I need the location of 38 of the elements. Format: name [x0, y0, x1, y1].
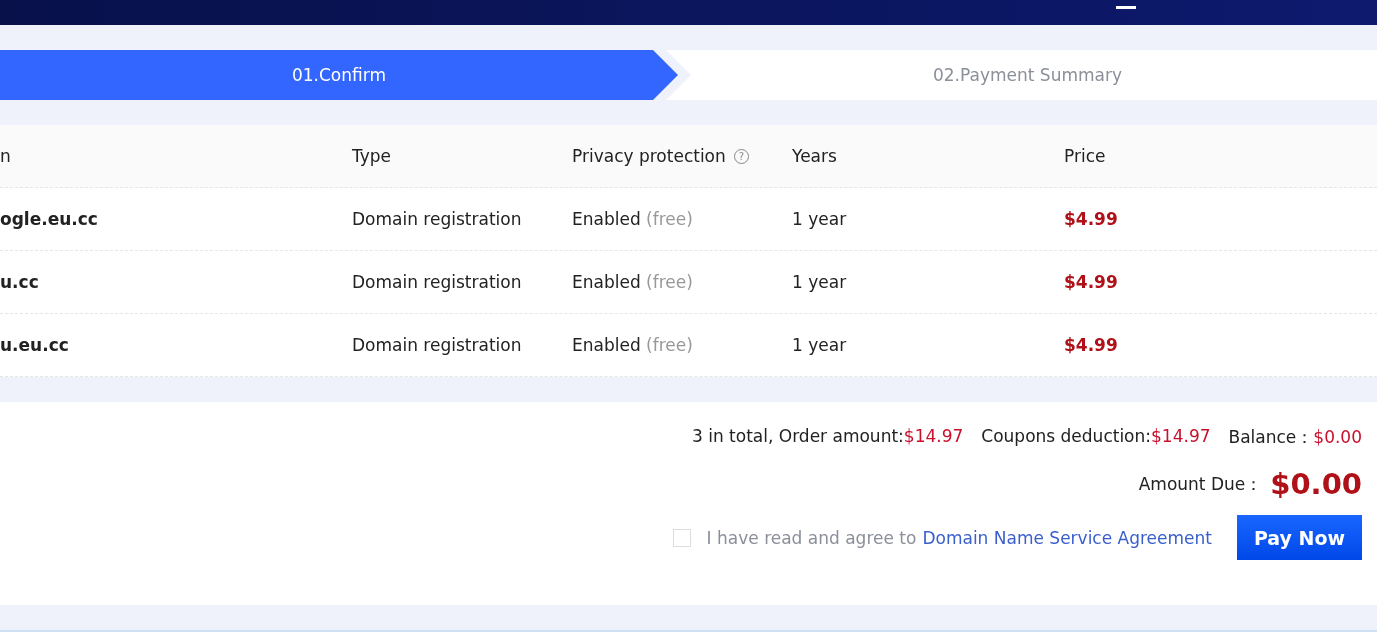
total-label: 3 in total, Order amount:: [691, 426, 904, 446]
total-label: Balance：: [1228, 427, 1314, 447]
privacy-note: (free): [646, 209, 693, 229]
pay-now-button[interactable]: Pay Now: [1237, 515, 1362, 560]
agreement-text: I have read and agree to: [706, 527, 917, 548]
price-text: $4.99: [1064, 272, 1118, 292]
privacy-status: Enabled: [572, 335, 641, 355]
domain-name: ogle.eu.cc: [0, 209, 98, 229]
total-value: $0.00: [1313, 427, 1362, 447]
privacy-status: Enabled: [572, 209, 641, 229]
total-label: Coupons deduction:: [981, 426, 1152, 446]
type-text: Domain registration: [352, 272, 522, 292]
type-text: Domain registration: [352, 209, 522, 229]
amount-due-label: Amount Due：: [1138, 472, 1263, 496]
domain-name: u.cc: [0, 272, 39, 292]
dash-icon: [1116, 6, 1136, 9]
step-tab[interactable]: 01.Confirm: [0, 50, 678, 100]
column-header: n: [0, 146, 11, 166]
years-text: 1 year: [792, 335, 847, 355]
privacy-note: (free): [646, 335, 693, 355]
price-text: $4.99: [1064, 335, 1118, 355]
column-header: Type: [352, 146, 392, 166]
domain-name: u.eu.cc: [0, 335, 69, 355]
agreement-checkbox[interactable]: [672, 528, 691, 547]
price-text: $4.99: [1064, 209, 1118, 229]
agreement-link[interactable]: Domain Name Service Agreement: [922, 527, 1212, 548]
total-value: $14.97: [1151, 426, 1211, 446]
column-header: Privacy protection: [572, 146, 726, 166]
total-value: $14.97: [903, 426, 964, 446]
column-header: Price: [1064, 146, 1106, 166]
type-text: Domain registration: [352, 335, 522, 355]
years-text: 1 year: [792, 272, 847, 292]
column-header: Years: [792, 146, 837, 166]
step-tab[interactable]: 02.Payment Summary: [666, 50, 1377, 100]
privacy-note: (free): [646, 272, 693, 292]
years-text: 1 year: [792, 209, 847, 229]
amount-due-value: $0.00: [1270, 467, 1362, 501]
privacy-status: Enabled: [572, 272, 641, 292]
